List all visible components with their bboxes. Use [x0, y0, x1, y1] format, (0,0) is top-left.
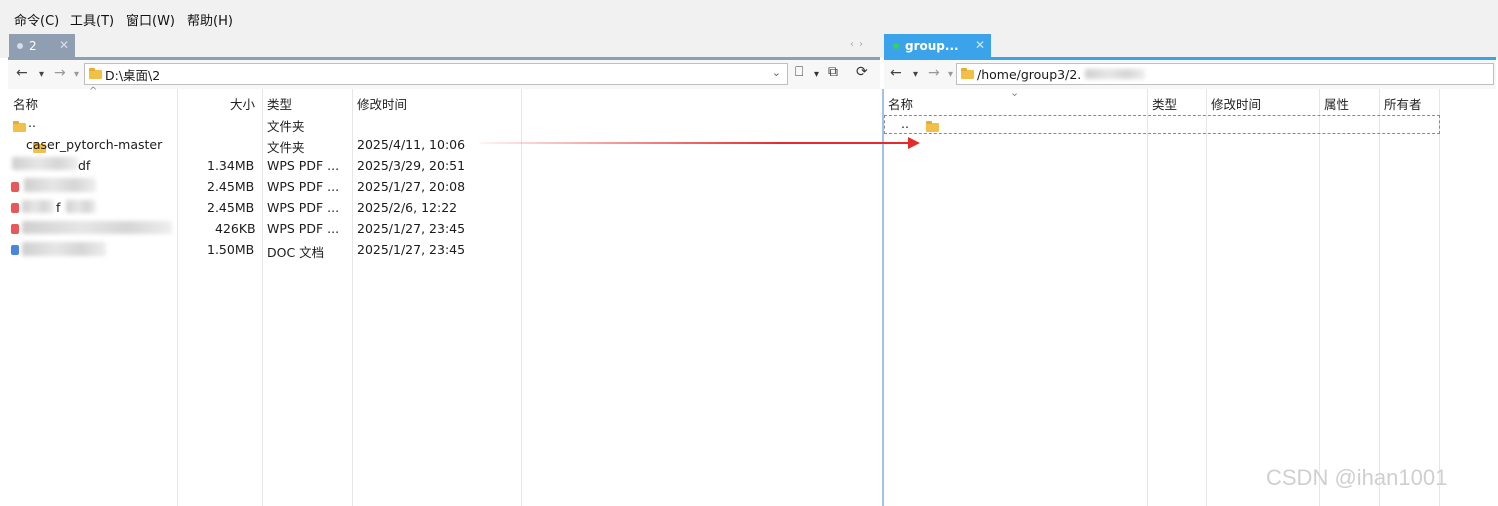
file-type: WPS PDF ...	[267, 158, 340, 173]
column-divider	[1439, 89, 1440, 506]
file-modified: 2025/1/27, 20:08	[357, 179, 466, 194]
annotation-arrow	[480, 142, 910, 144]
close-icon[interactable]: ✕	[975, 38, 985, 52]
column-header-attributes[interactable]: 属性	[1324, 94, 1349, 113]
menu-window[interactable]: 窗口(W)	[126, 10, 175, 29]
file-name[interactable]: ..	[901, 116, 909, 131]
column-header-name[interactable]: 名称	[888, 94, 913, 113]
file-size: 2.45MB	[207, 200, 255, 215]
column-header-type[interactable]: 类型	[267, 94, 292, 113]
file-type: 文件夹	[267, 140, 305, 155]
file-modified: 2025/2/6, 12:22	[357, 200, 458, 215]
menu-help[interactable]: 帮助(H)	[187, 10, 233, 29]
file-size: 1.34MB	[207, 158, 255, 173]
tab-local-label: 2	[29, 39, 37, 53]
tab-remote[interactable]: group... ✕	[884, 34, 991, 58]
column-header-name[interactable]: 名称	[13, 94, 38, 113]
column-divider	[1319, 89, 1320, 506]
folder-icon	[926, 121, 940, 132]
right-path-text: /home/group3/2.	[977, 66, 1082, 82]
redacted-filename	[12, 157, 78, 170]
status-dot-icon	[17, 43, 23, 49]
doc-file-icon	[11, 245, 19, 255]
column-divider	[1206, 89, 1207, 506]
remote-file-list[interactable]	[882, 89, 1496, 506]
pdf-file-icon	[11, 203, 19, 213]
file-type: WPS PDF ...	[267, 200, 340, 215]
close-icon[interactable]: ✕	[59, 38, 69, 52]
right-path-input[interactable]: /home/group3/2.	[956, 63, 1494, 85]
left-path-input[interactable]: D:\桌面\2 ⌄	[84, 63, 788, 85]
sort-descending-icon: ⌄	[1010, 86, 1020, 99]
menu-tools[interactable]: 工具(T)	[70, 10, 114, 29]
file-type: DOC 文档	[267, 245, 325, 260]
file-size: 1.50MB	[207, 242, 255, 257]
sort-ascending-icon: ^	[89, 86, 98, 97]
forward-history-dropdown-icon[interactable]: ▾	[74, 69, 79, 80]
column-divider	[352, 89, 353, 506]
watermark: CSDN @ihan1001	[1266, 465, 1448, 490]
column-header-size[interactable]: 大小	[230, 94, 255, 113]
refresh-icon[interactable]: ⟳	[856, 64, 868, 80]
file-type: WPS PDF ...	[267, 179, 340, 194]
file-modified: 2025/3/29, 20:51	[357, 158, 466, 173]
column-header-owner[interactable]: 所有者	[1384, 94, 1422, 113]
back-icon[interactable]: ←	[890, 65, 902, 81]
back-history-dropdown-icon[interactable]: ▾	[913, 69, 918, 80]
file-size: 2.45MB	[207, 179, 255, 194]
bookmark-icon[interactable]: ⎕	[795, 64, 803, 80]
back-icon[interactable]: ←	[16, 65, 28, 81]
file-modified: 2025/4/11, 10:06	[357, 137, 466, 152]
column-header-modified[interactable]: 修改时间	[1211, 94, 1261, 113]
column-divider	[1379, 89, 1380, 506]
file-modified: 2025/1/27, 23:45	[357, 221, 466, 236]
column-divider	[1147, 89, 1148, 506]
file-type: 文件夹	[267, 119, 305, 134]
redacted-filename	[22, 242, 106, 256]
pdf-file-icon	[11, 182, 19, 192]
tab-scroll-arrows[interactable]: ‹›	[850, 39, 868, 50]
redacted-path	[1085, 69, 1146, 79]
sync-browse-icon[interactable]: ⧉	[828, 64, 838, 80]
column-header-modified[interactable]: 修改时间	[357, 94, 407, 113]
folder-icon	[13, 121, 26, 132]
connected-dot-icon	[893, 43, 899, 49]
arrow-head-icon	[908, 137, 920, 149]
file-size: 426KB	[215, 221, 256, 236]
path-dropdown-icon[interactable]: ⌄	[772, 66, 781, 79]
file-modified: 2025/1/27, 23:45	[357, 242, 466, 257]
redacted-filename	[22, 200, 54, 213]
file-name[interactable]: caser_pytorch-master	[26, 137, 162, 152]
column-header-type[interactable]: 类型	[1152, 94, 1177, 113]
folder-icon	[961, 67, 974, 79]
left-path-text: D:\桌面\2	[105, 67, 161, 83]
selected-row-focus[interactable]	[884, 115, 1440, 134]
file-name[interactable]: f	[56, 200, 60, 215]
file-type: WPS PDF ...	[267, 221, 340, 236]
forward-icon[interactable]: →	[54, 65, 66, 81]
redacted-filename	[24, 178, 96, 192]
back-history-dropdown-icon[interactable]: ▾	[39, 69, 44, 80]
column-divider	[521, 89, 522, 506]
redacted-filename	[22, 221, 172, 234]
menu-command[interactable]: 命令(C)	[14, 10, 59, 29]
tab-local[interactable]: 2 ✕	[9, 34, 75, 58]
redacted-filename	[66, 200, 96, 213]
forward-icon[interactable]: →	[928, 65, 940, 81]
file-name[interactable]: ..	[28, 115, 36, 130]
file-name[interactable]: df	[78, 158, 90, 173]
bookmark-dropdown-icon[interactable]: ▾	[814, 69, 819, 80]
column-divider	[177, 89, 178, 506]
column-divider	[262, 89, 263, 506]
folder-icon	[89, 67, 102, 79]
pdf-file-icon	[11, 224, 19, 234]
forward-history-dropdown-icon[interactable]: ▾	[948, 69, 953, 80]
tab-strip	[0, 34, 1498, 58]
tab-remote-label: group...	[905, 39, 959, 53]
